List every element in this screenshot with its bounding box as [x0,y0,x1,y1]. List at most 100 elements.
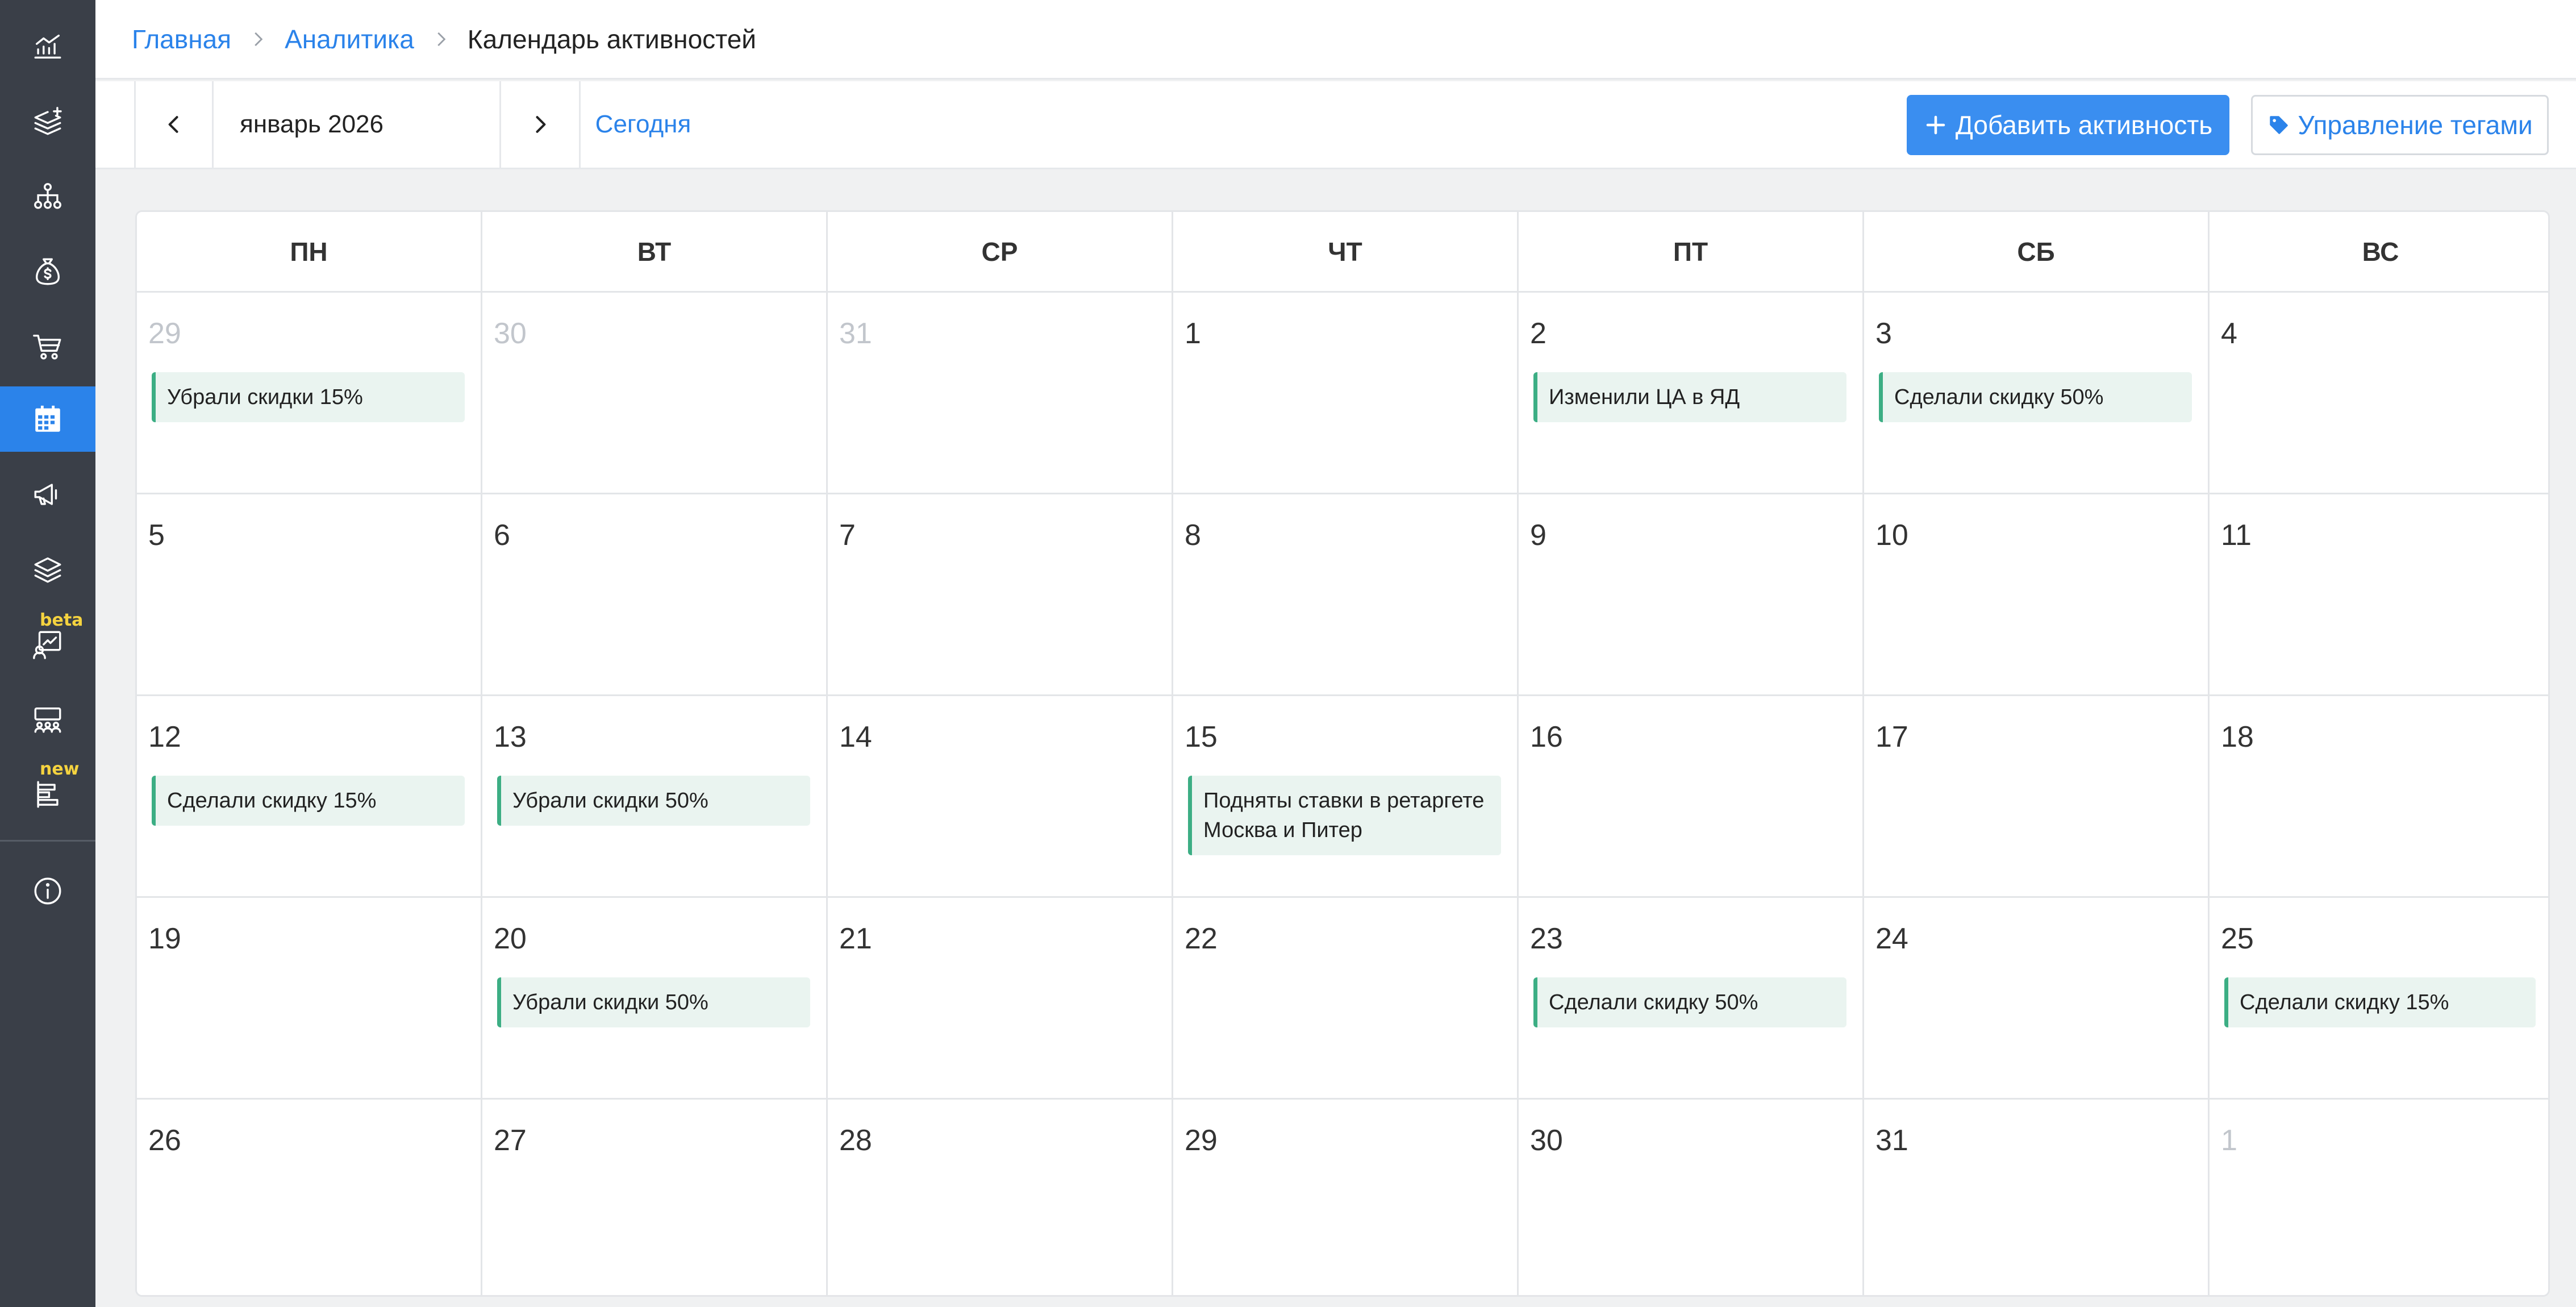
day-cell[interactable]: 7 [828,494,1173,696]
day-cell[interactable]: 29 [1173,1100,1519,1295]
manage-tags-button[interactable]: Управление тегами [2251,95,2549,155]
day-cell[interactable]: 4 [2210,293,2548,494]
day-cell[interactable]: 30 [1519,1100,1864,1295]
shopping-cart-icon [33,334,61,359]
nav-info[interactable] [0,858,95,923]
day-cell[interactable]: 13 Убрали скидки 50% [482,696,828,898]
add-activity-button[interactable]: Добавить активность [1907,95,2229,155]
nav-layers[interactable] [0,536,95,602]
activity-event[interactable]: Сделали скидку 50% [1533,977,1846,1027]
day-cell[interactable]: 26 [137,1100,482,1295]
day-cell[interactable]: 25 Сделали скидку 15% [2210,898,2548,1100]
day-cell[interactable]: 28 [828,1100,1173,1295]
day-cell[interactable]: 30 [482,293,828,494]
day-cell[interactable]: 3 Сделали скидку 50% [1864,293,2210,494]
day-number: 12 [148,721,181,754]
day-cell[interactable]: 17 [1864,696,2210,898]
activity-event[interactable]: Изменили ЦА в ЯД [1533,372,1846,422]
chevron-left-icon [168,116,178,133]
day-number: 2 [1530,317,1547,350]
activity-event[interactable]: Сделали скидку 50% [1879,372,2192,422]
audience-icon [34,707,61,732]
breadcrumb-home[interactable]: Главная [132,24,231,55]
day-number: 1 [2221,1124,2237,1157]
month-calendar: ПН ВТ СР ЧТ ПТ СБ ВС 29 Убрали скидки 15% 30 31 1 2… [135,210,2550,1297]
info-icon [34,877,61,904]
day-number: 28 [839,1124,872,1157]
day-cell[interactable]: 27 [482,1100,828,1295]
weekday-header: СР [828,212,1173,291]
weekday-header: ВТ [482,212,828,291]
nav-analytics[interactable] [0,14,95,79]
day-cell[interactable]: 6 [482,494,828,696]
day-cell[interactable]: 15 Подняты ставки в ретаргете Москва и Пи… [1173,696,1519,898]
prev-month-button[interactable] [134,81,214,168]
day-cell[interactable]: 10 [1864,494,2210,696]
nav-reports-beta[interactable]: beta [0,610,95,677]
day-number: 31 [839,317,872,350]
day-cell[interactable]: 2 Изменили ЦА в ЯД [1519,293,1864,494]
day-cell[interactable]: 16 [1519,696,1864,898]
nav-money[interactable] [0,239,95,304]
day-cell[interactable]: 20 Убрали скидки 50% [482,898,828,1100]
new-badge: new [40,759,80,779]
chart-report-icon [33,631,61,659]
activity-event[interactable]: Сделали скидку 15% [2224,977,2536,1027]
day-number: 30 [494,317,527,350]
nav-layers-add[interactable] [0,89,95,154]
day-cell[interactable]: 12 Сделали скидку 15% [137,696,482,898]
day-cell[interactable]: 24 [1864,898,2210,1100]
day-cell[interactable]: 19 [137,898,482,1100]
day-cell[interactable]: 1 [2210,1100,2548,1295]
day-number: 9 [1530,519,1547,552]
breadcrumb: Главная Аналитика Календарь активностей [95,0,2576,80]
day-cell[interactable]: 11 [2210,494,2548,696]
add-activity-label: Добавить активность [1955,110,2213,140]
nav-audience[interactable] [0,686,95,752]
day-number: 26 [148,1124,181,1157]
day-cell[interactable]: 9 [1519,494,1864,696]
chevron-right-icon [535,116,545,133]
nav-structure[interactable] [0,164,95,229]
day-number: 24 [1875,922,1908,955]
day-number: 16 [1530,721,1563,754]
sidebar: beta new [0,0,95,1307]
day-number: 29 [148,317,181,350]
activity-event[interactable]: Подняты ставки в ретаргете Москва и Пите… [1188,776,1501,855]
day-cell[interactable]: 31 [1864,1100,2210,1295]
current-month-label: январь 2026 [214,81,501,168]
day-cell[interactable]: 29 Убрали скидки 15% [137,293,482,494]
day-number: 23 [1530,922,1563,955]
activity-event[interactable]: Сделали скидку 15% [152,776,465,826]
next-month-button[interactable] [501,81,581,168]
nav-cart[interactable] [0,314,95,379]
day-cell[interactable]: 14 [828,696,1173,898]
chevron-right-icon [255,32,263,46]
day-cell[interactable]: 21 [828,898,1173,1100]
chevron-right-icon [437,32,446,46]
breadcrumb-analytics[interactable]: Аналитика [285,24,414,55]
day-cell[interactable]: 22 [1173,898,1519,1100]
day-cell[interactable]: 31 [828,293,1173,494]
list-bars-icon [37,781,59,807]
nav-calendar[interactable] [0,386,95,452]
day-cell[interactable]: 8 [1173,494,1519,696]
weekday-header: ПН [137,212,482,291]
nav-campaigns[interactable] [0,461,95,527]
activity-event[interactable]: Убрали скидки 15% [152,372,465,422]
activity-event[interactable]: Убрали скидки 50% [497,977,810,1027]
day-number: 15 [1185,721,1218,754]
manage-tags-label: Управление тегами [2298,110,2533,140]
activity-event[interactable]: Убрали скидки 50% [497,776,810,826]
nav-list-new[interactable]: new [0,759,95,827]
day-number: 29 [1185,1124,1218,1157]
today-link[interactable]: Сегодня [581,81,706,168]
day-cell[interactable]: 23 Сделали скидку 50% [1519,898,1864,1100]
day-cell[interactable]: 5 [137,494,482,696]
sidebar-divider [0,840,95,842]
day-number: 25 [2221,922,2254,955]
day-cell[interactable]: 18 [2210,696,2548,898]
day-cell[interactable]: 1 [1173,293,1519,494]
day-number: 14 [839,721,872,754]
day-number: 13 [494,721,527,754]
